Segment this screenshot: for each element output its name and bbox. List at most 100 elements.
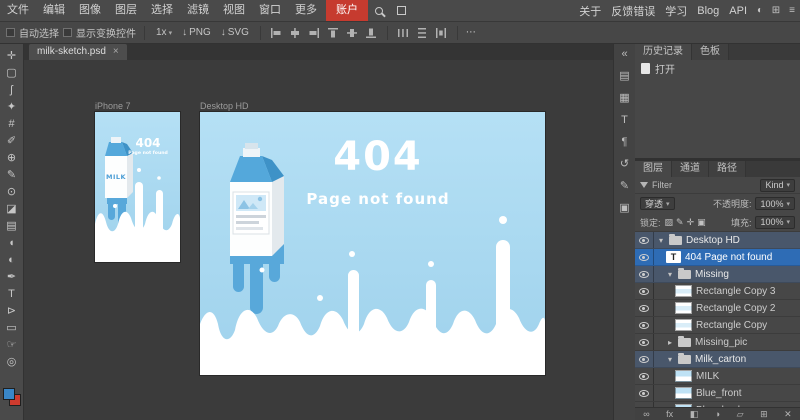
lock-transparency-icon[interactable]: ▨ [665,217,674,228]
learn-link[interactable]: 学习 [660,3,692,19]
report-bug-link[interactable]: 反馈错误 [606,3,660,19]
document-tab[interactable]: milk-sketch.psd × [29,44,127,60]
eraser-tool[interactable]: ◪ [0,200,24,217]
layer-row[interactable]: ▾Missing [635,266,800,283]
menu-filter[interactable]: 滤镜 [180,0,216,21]
theme-icon[interactable]: ◐ [752,5,768,16]
fill-dropdown[interactable]: 100% ▾ [755,216,795,229]
menu-file[interactable]: 文件 [0,0,36,21]
group-expanded-caret-icon[interactable]: ▾ [657,236,665,245]
new-group-icon[interactable]: ▱ [737,408,744,420]
tab-swatches[interactable]: 色板 [692,44,729,60]
menu-more[interactable]: 更多 [288,0,324,21]
layer-effects-icon[interactable]: fx [666,408,673,420]
visibility-toggle[interactable] [635,283,654,299]
account-button[interactable]: 账户 [326,0,368,21]
align-center-horizontal-icon[interactable] [288,25,303,40]
tab-history[interactable]: 历史记录 [635,44,692,60]
eyedropper-tool[interactable]: ✐ [0,132,24,149]
healing-tool[interactable]: ⊕ [0,149,24,166]
adjustment-layer-icon[interactable]: ◑ [715,408,720,420]
link-layers-icon[interactable]: ∞ [643,408,649,420]
paragraph-icon[interactable]: ¶ [622,136,628,148]
api-link[interactable]: API [724,5,752,17]
blur-tool[interactable]: ◖ [0,234,24,251]
lasso-tool[interactable]: ʃ [0,81,24,98]
canvas[interactable]: iPhone 7 Desktop HD MILK [24,60,613,420]
align-right-icon[interactable] [307,25,322,40]
layer-row[interactable]: ▸Missing_pic [635,334,800,351]
layer-row[interactable]: MILK [635,368,800,385]
layer-row[interactable]: ▾Milk_carton [635,351,800,368]
lock-all-icon[interactable]: ▣ [697,217,706,228]
layer-row[interactable]: ▾Desktop HD [635,232,800,249]
search-icon[interactable] [368,0,390,21]
visibility-toggle[interactable] [635,368,654,384]
history-icon[interactable]: ↺ [620,158,629,170]
artboard-label-desktop[interactable]: Desktop HD [200,101,249,111]
layer-mask-icon[interactable]: ◧ [690,408,699,420]
character-icon[interactable]: T [621,114,628,126]
marquee-tool[interactable]: ▢ [0,64,24,81]
filter-kind-dropdown[interactable]: Kind ▾ [760,179,795,192]
magic-wand-tool[interactable]: ✦ [0,98,24,115]
more-options-icon[interactable]: ⋯ [466,27,476,38]
layer-row-body[interactable]: ▸Missing_pic [654,334,800,350]
gradient-tool[interactable]: ▤ [0,217,24,234]
visibility-toggle[interactable] [635,232,654,248]
layer-row-body[interactable]: ▾Desktop HD [654,232,800,248]
collapse-panels-icon[interactable]: « [621,48,627,60]
menu-select[interactable]: 选择 [144,0,180,21]
shape-tool[interactable]: ▭ [0,319,24,336]
dodge-tool[interactable]: ◐ [0,251,24,268]
layer-row[interactable]: Rectangle Copy 3 [635,283,800,300]
type-tool[interactable]: T [0,285,24,302]
align-center-vertical-icon[interactable] [345,25,360,40]
layer-row-body[interactable]: ▾Missing [654,266,800,282]
menu-window[interactable]: 窗口 [252,0,288,21]
opacity-dropdown[interactable]: 100% ▾ [755,197,795,210]
auto-select-checkbox[interactable] [6,28,15,37]
group-collapsed-caret-icon[interactable]: ▸ [666,338,674,347]
layer-row[interactable]: Rectangle Copy 2 [635,300,800,317]
distribute-vertical-icon[interactable] [415,25,430,40]
move-tool[interactable]: ✛ [0,47,24,64]
visibility-toggle[interactable] [635,300,654,316]
history-entry[interactable]: 打开 [635,60,800,77]
align-top-icon[interactable] [326,25,341,40]
align-bottom-icon[interactable] [364,25,379,40]
lock-pixels-icon[interactable]: ✎ [676,217,684,228]
export-png-button[interactable]: ↓PNG [179,27,214,38]
layer-row[interactable]: T404 Page not found [635,249,800,266]
distribute-horizontal-icon[interactable] [396,25,411,40]
menu-edit[interactable]: 编辑 [36,0,72,21]
align-left-icon[interactable] [269,25,284,40]
tab-paths[interactable]: 路径 [709,161,746,177]
hamburger-menu-icon[interactable]: ≡ [784,5,800,16]
group-expanded-caret-icon[interactable]: ▾ [666,270,674,279]
lock-position-icon[interactable]: ✛ [687,217,695,228]
visibility-toggle[interactable] [635,317,654,333]
zoom-tool[interactable]: ◎ [0,353,24,370]
delete-layer-icon[interactable]: ✕ [784,408,792,420]
layer-row-body[interactable]: Rectangle Copy 3 [654,283,800,299]
layer-row-body[interactable]: Rectangle Copy 2 [654,300,800,316]
hand-tool[interactable]: ☞ [0,336,24,353]
menu-layer[interactable]: 图层 [108,0,144,21]
crop-tool[interactable]: # [0,115,24,132]
menu-image[interactable]: 图像 [72,0,108,21]
layer-row-body[interactable]: T404 Page not found [654,249,800,265]
clone-stamp-tool[interactable]: ⊙ [0,183,24,200]
visibility-toggle[interactable] [635,351,654,367]
group-expanded-caret-icon[interactable]: ▾ [666,355,674,364]
close-icon[interactable]: × [113,44,119,60]
artboard-desktop[interactable]: 404 Page not found [200,112,545,375]
layer-row-body[interactable]: ▾Milk_carton [654,351,800,367]
apps-icon[interactable]: ⊞ [768,5,784,16]
tab-layers[interactable]: 图层 [635,161,672,177]
brush-tool[interactable]: ✎ [0,166,24,183]
visibility-toggle[interactable] [635,266,654,282]
export-zoom-dropdown[interactable]: 1x▾ [153,27,175,38]
path-select-tool[interactable]: ⊳ [0,302,24,319]
layer-row-body[interactable]: Rectangle Copy [654,317,800,333]
